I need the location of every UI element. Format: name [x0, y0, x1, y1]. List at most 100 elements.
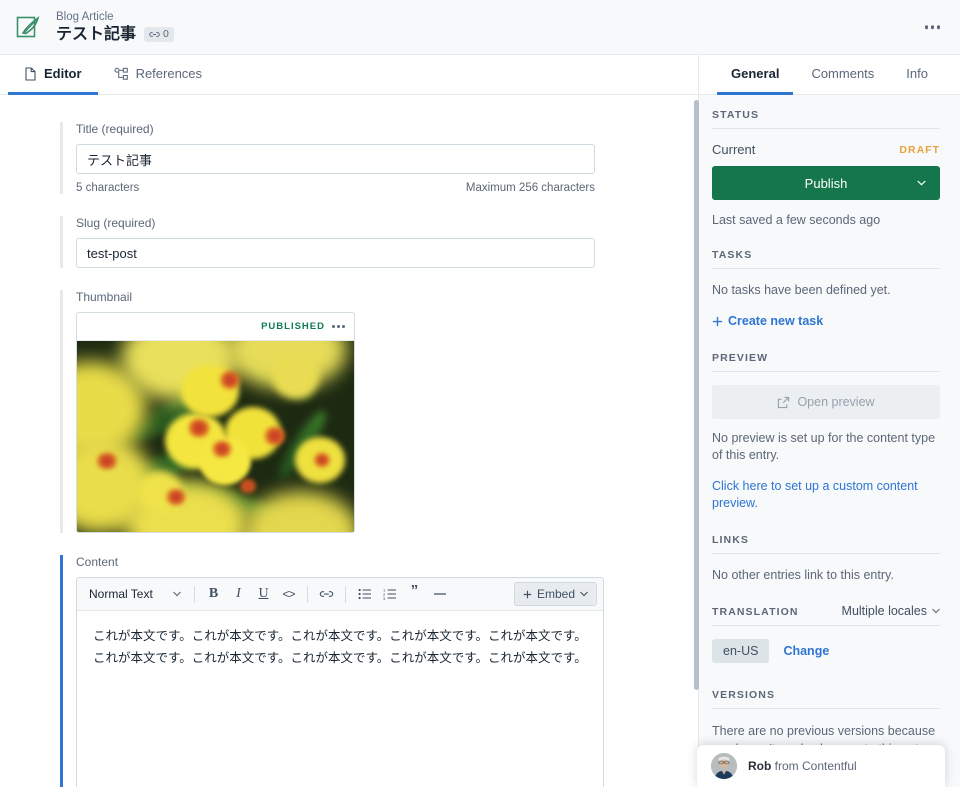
section-title: TASKS [712, 249, 753, 261]
chevron-down-icon [580, 591, 588, 597]
locale-chip-en-us: en-US [712, 639, 770, 663]
unordered-list-icon[interactable] [353, 583, 376, 606]
status-current-label: Current [712, 142, 756, 157]
tab-references-label: References [135, 66, 203, 81]
section-title: PREVIEW [712, 352, 769, 364]
sidebar-scrollbar[interactable] [694, 100, 699, 690]
paragraph-style-value: Normal Text [89, 587, 153, 601]
field-title: Title (required) 5 characters Maximum 25… [60, 122, 595, 194]
kebab-dot [337, 325, 340, 328]
rich-text-body[interactable]: これが本文です。これが本文です。これが本文です。これが本文です。これが本文です。… [77, 611, 603, 787]
support-chat-widget[interactable]: Rob from Contentful [697, 745, 945, 787]
tab-editor-label: Editor [44, 66, 82, 81]
toolbar-divider [345, 585, 346, 603]
field-thumbnail-label: Thumbnail [76, 290, 133, 304]
code-icon[interactable]: <> [277, 583, 300, 606]
embed-button[interactable]: Embed [513, 582, 597, 606]
bold-icon[interactable]: B [202, 583, 225, 606]
title-char-count: 5 characters [76, 182, 140, 194]
section-header-versions: VERSIONS [712, 689, 940, 709]
locales-mode-select[interactable]: Multiple locales [842, 604, 940, 618]
quote-icon[interactable]: ” [403, 583, 426, 606]
page-title: テスト記事 [56, 26, 137, 43]
italic-icon[interactable]: I [227, 583, 250, 606]
tasks-empty-text: No tasks have been defined yet. [712, 283, 891, 297]
chevron-down-icon[interactable] [917, 180, 926, 186]
section-header-translation: TRANSLATION Multiple locales [712, 604, 940, 626]
field-slug-label: Slug (required) [76, 216, 156, 230]
publish-button[interactable]: Publish [712, 166, 940, 200]
document-icon [24, 66, 37, 81]
chevron-down-icon [173, 591, 181, 597]
plus-icon [523, 590, 532, 599]
tab-references[interactable]: References [98, 55, 218, 95]
underline-icon[interactable]: U [252, 583, 275, 606]
kebab-dot [924, 25, 928, 29]
preview-empty-text: No preview is set up for the content typ… [712, 431, 936, 462]
toolbar-divider [307, 585, 308, 603]
title-char-max: Maximum 256 characters [465, 182, 595, 194]
sidebar-tabbar: General Comments Info [699, 55, 960, 95]
kebab-dot [342, 325, 345, 328]
agent-avatar [711, 753, 737, 779]
locale-row: en-US Change [712, 639, 940, 663]
setup-content-preview-link[interactable]: Click here to set up a custom content pr… [712, 478, 940, 512]
rich-text-toolbar: Normal Text B I U <> 1 2 3 ” Embed [77, 578, 603, 611]
field-content-label: Content [76, 555, 119, 569]
incoming-links-badge[interactable]: 0 [144, 27, 174, 42]
status-current-row: Current DRAFT [712, 142, 940, 157]
kebab-dot [332, 325, 335, 328]
chat-agent-suffix: from Contentful [771, 759, 857, 773]
field-title-label: Title (required) [76, 122, 154, 136]
incoming-links-count: 0 [163, 28, 169, 40]
section-header-links: LINKS [712, 534, 940, 554]
create-new-task-button[interactable]: Create new task [712, 313, 823, 330]
field-content: Content Normal Text B I U <> 1 2 3 ” Emb… [60, 555, 604, 787]
sidebar-content: STATUS Current DRAFT Publish Last saved … [699, 95, 960, 787]
section-title: VERSIONS [712, 689, 776, 701]
toolbar-divider [194, 585, 195, 603]
locales-mode-value: Multiple locales [841, 604, 927, 618]
embed-button-label: Embed [536, 587, 575, 601]
field-thumbnail: Thumbnail PUBLISHED [60, 290, 595, 533]
asset-actions-menu-button[interactable] [331, 321, 346, 332]
section-title: LINKS [712, 534, 749, 546]
feather-document-icon [13, 12, 43, 42]
status-badge: DRAFT [899, 143, 940, 156]
change-locales-link[interactable]: Change [783, 643, 829, 660]
link-icon[interactable] [315, 583, 338, 606]
section-title: STATUS [712, 109, 760, 121]
entry-sidebar: General Comments Info STATUS Current DRA… [699, 55, 960, 787]
links-empty-text: No other entries link to this entry. [712, 568, 894, 582]
plus-icon [712, 316, 723, 327]
ordered-list-icon[interactable]: 1 2 3 [378, 583, 401, 606]
slug-input[interactable] [76, 238, 595, 268]
tab-info[interactable]: Info [892, 55, 942, 95]
editor-pane: Editor References Title (required) テスト記事… [0, 55, 699, 787]
open-preview-button[interactable]: Open preview [712, 385, 940, 419]
open-preview-label: Open preview [797, 395, 875, 409]
rich-text-editor: Normal Text B I U <> 1 2 3 ” Embed これが本文… [76, 577, 604, 787]
kebab-dot [930, 25, 934, 29]
entry-actions-menu-button[interactable] [923, 19, 943, 35]
tab-general[interactable]: General [717, 55, 794, 95]
tab-editor[interactable]: Editor [8, 55, 98, 95]
asset-status-badge: PUBLISHED [261, 321, 325, 332]
asset-card[interactable]: PUBLISHED [76, 312, 355, 533]
section-header-preview: PREVIEW [712, 352, 940, 372]
link-chain-icon [149, 29, 160, 40]
entry-body: Editor References Title (required) テスト記事… [0, 55, 960, 787]
tab-comments[interactable]: Comments [797, 55, 888, 95]
content-type-label: Blog Article [56, 11, 114, 23]
asset-card-header: PUBLISHED [77, 313, 354, 341]
paragraph-style-select[interactable]: Normal Text [83, 582, 187, 606]
title-input[interactable] [76, 144, 595, 174]
horizontal-rule-icon[interactable] [428, 583, 451, 606]
chat-agent-name: Rob [748, 759, 772, 773]
external-link-icon [777, 396, 790, 409]
asset-thumbnail-image [77, 341, 354, 532]
entry-header: Blog Article テスト記事 0 [0, 0, 960, 55]
last-saved-text: Last saved a few seconds ago [712, 213, 881, 227]
references-graph-icon [114, 67, 129, 81]
editor-tabbar: Editor References [0, 55, 698, 95]
